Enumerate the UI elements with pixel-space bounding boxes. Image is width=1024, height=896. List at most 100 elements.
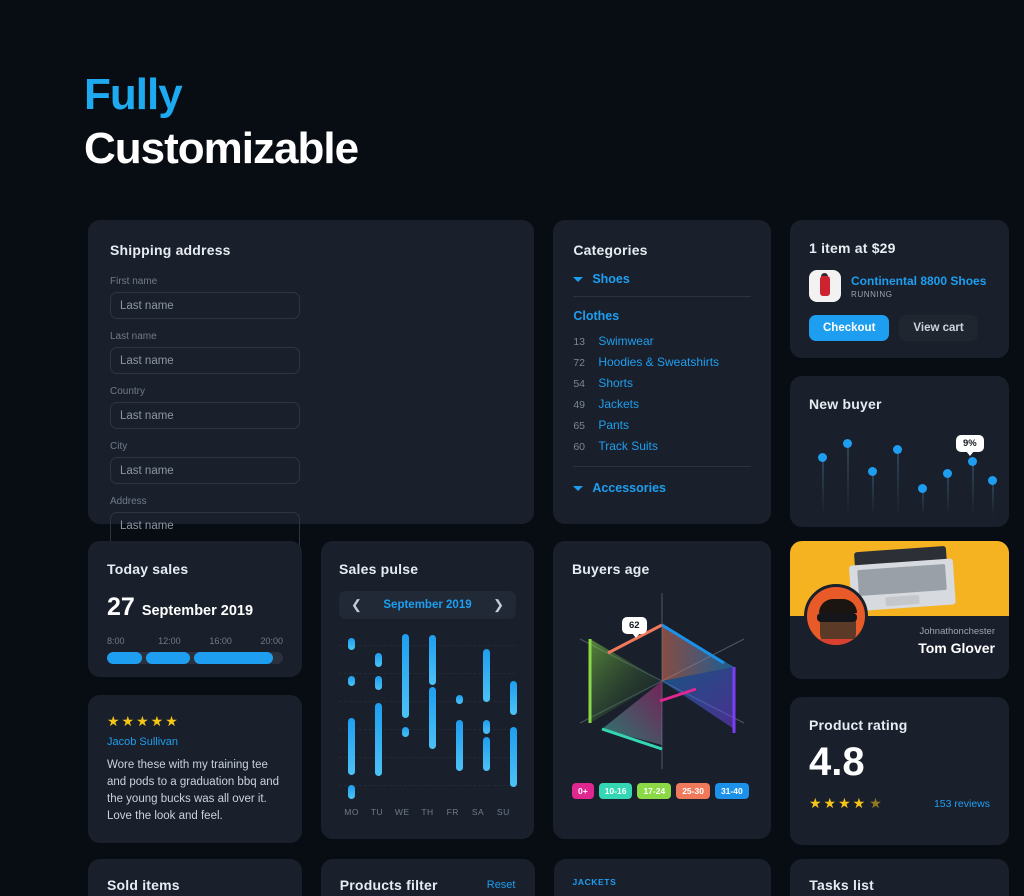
- buyers-age-chart: 62: [572, 583, 752, 779]
- page-root: Fully Customizable Shipping address Firs…: [0, 0, 1024, 896]
- pulse-bar[interactable]: [402, 727, 409, 737]
- sales-pulse-chart: [339, 631, 517, 799]
- data-point[interactable]: [968, 457, 977, 466]
- label: Track Suits: [598, 438, 658, 453]
- chevron-left-icon[interactable]: ❮: [351, 597, 362, 613]
- pulse-bar[interactable]: [510, 727, 517, 787]
- cart-actions: Checkout View cart: [809, 315, 990, 341]
- avatar[interactable]: [804, 584, 868, 648]
- pulse-bar[interactable]: [375, 703, 382, 776]
- category-shoes-label: Shoes: [592, 272, 630, 286]
- day-label: TH: [421, 807, 434, 817]
- legend-chip-10-16[interactable]: 10-16: [598, 783, 633, 799]
- day-label: WE: [394, 807, 410, 817]
- today-sales-title: Today sales: [107, 561, 189, 577]
- buyers-age-legend: 0+ 10-16 17-24 25-30 31-40: [572, 783, 752, 799]
- country-input[interactable]: [110, 402, 300, 429]
- pulse-bar[interactable]: [348, 785, 355, 799]
- right-column: 1 item at $29 Continental 8800 Shoes RUN…: [790, 220, 1009, 527]
- data-point[interactable]: [818, 453, 827, 462]
- product-tag: JACKETS: [572, 877, 617, 887]
- pulse-bar[interactable]: [348, 638, 355, 650]
- sales-timeline-track[interactable]: [107, 652, 283, 664]
- data-point[interactable]: [893, 445, 902, 454]
- product-preview-card: JACKETS Nike ZOOM Vaporfly ♡: [553, 859, 772, 896]
- data-point[interactable]: [868, 467, 877, 476]
- legend-chip-25-30[interactable]: 25-30: [676, 783, 710, 799]
- legend-chip-0plus[interactable]: 0+: [572, 783, 594, 799]
- pulse-bar[interactable]: [402, 634, 409, 718]
- label: Pants: [598, 417, 629, 432]
- pulse-bar[interactable]: [348, 676, 355, 686]
- buyers-age-title: Buyers age: [572, 561, 650, 577]
- period-selector[interactable]: ❮ September 2019 ❯: [339, 591, 516, 619]
- category-item-jackets[interactable]: 49 Jackets: [573, 393, 751, 414]
- tick-label: 12:00: [158, 636, 181, 646]
- data-point[interactable]: [988, 476, 997, 485]
- chevron-down-icon: [573, 485, 584, 491]
- reset-filter-button[interactable]: Reset: [487, 879, 516, 891]
- buyers-age-tooltip: 62: [622, 617, 647, 638]
- category-accessories[interactable]: Accessories: [573, 467, 751, 505]
- field-city: City: [110, 441, 300, 484]
- shipping-address-title: Shipping address: [110, 242, 231, 258]
- pulse-bar[interactable]: [483, 720, 490, 734]
- label: Swimwear: [598, 333, 654, 348]
- first-name-input[interactable]: [110, 292, 300, 319]
- category-shoes[interactable]: Shoes: [573, 258, 751, 296]
- count: 60: [573, 440, 585, 453]
- pulse-bar[interactable]: [348, 718, 355, 775]
- pulse-bar[interactable]: [456, 695, 463, 704]
- data-point[interactable]: [843, 439, 852, 448]
- data-point[interactable]: [918, 484, 927, 493]
- label: Hoodies & Sweatshirts: [598, 354, 720, 369]
- chevron-right-icon[interactable]: ❯: [493, 597, 504, 613]
- profile-body: Johnathonchester Tom Glover: [790, 584, 1009, 679]
- category-item-pants[interactable]: 65 Pants: [573, 414, 751, 435]
- category-item-swimwear[interactable]: 13 Swimwear: [573, 330, 751, 351]
- pulse-bar[interactable]: [456, 720, 463, 771]
- reviews-count-link[interactable]: 153 reviews: [934, 798, 990, 810]
- category-item-track-suits[interactable]: 60 Track Suits: [573, 435, 751, 456]
- timeline-segment: [107, 652, 143, 664]
- last-name-input[interactable]: [110, 347, 300, 374]
- cart-product-name: Continental 8800 Shoes: [851, 273, 987, 288]
- chevron-down-icon: [573, 276, 584, 282]
- label-address: Address: [110, 496, 147, 507]
- category-item-shorts[interactable]: 54 Shorts: [573, 372, 751, 393]
- sold-items-title: Sold items: [107, 877, 180, 893]
- day-label: MO: [344, 807, 359, 817]
- new-buyer-card: New buyer 9%: [790, 376, 1009, 527]
- radar-svg: [579, 593, 745, 769]
- legend-chip-17-24[interactable]: 17-24: [637, 783, 672, 799]
- hero-heading: Fully Customizable: [84, 68, 359, 176]
- pulse-bar[interactable]: [375, 653, 382, 667]
- sales-pulse-card: Sales pulse ❮ September 2019 ❯ MO TU WE …: [321, 541, 534, 839]
- view-cart-button[interactable]: View cart: [899, 315, 978, 341]
- tasks-list-title: Tasks list: [809, 877, 875, 893]
- new-buyer-title: New buyer: [809, 396, 882, 412]
- legend-chip-31-40[interactable]: 31-40: [714, 783, 749, 799]
- category-item-hoodies[interactable]: 72 Hoodies & Sweatshirts: [573, 351, 751, 372]
- city-input[interactable]: [110, 457, 300, 484]
- review-card: ★★★★★ Jacob Sullivan Wore these with my …: [88, 695, 302, 843]
- pulse-bar[interactable]: [429, 687, 436, 749]
- rating-half-star-icon: ★: [869, 795, 884, 811]
- product-rating-card: Product rating 4.8 ★★★★ ★ 153 reviews: [790, 697, 1009, 845]
- pulse-bar[interactable]: [483, 649, 490, 702]
- buyers-age-card: Buyers age 62 0+ 10-16 17-24 25-30 31-40: [553, 541, 771, 839]
- shipping-address-card: Shipping address First name Last name Co…: [88, 220, 535, 672]
- day-label: TU: [370, 807, 384, 817]
- tasks-list-card: Tasks list: [790, 859, 1009, 896]
- pulse-bar[interactable]: [375, 676, 382, 690]
- review-author[interactable]: Jacob Sullivan: [107, 736, 283, 748]
- pulse-bar[interactable]: [483, 737, 490, 771]
- profile-card: Johnathonchester Tom Glover: [790, 541, 1009, 679]
- label-first-name: First name: [110, 276, 158, 287]
- pulse-bar[interactable]: [429, 635, 436, 685]
- day-label: FR: [446, 807, 459, 817]
- data-point[interactable]: [943, 469, 952, 478]
- checkout-button[interactable]: Checkout: [809, 315, 890, 341]
- cart-item[interactable]: Continental 8800 Shoes RUNNING: [809, 270, 990, 302]
- pulse-bar[interactable]: [510, 681, 517, 715]
